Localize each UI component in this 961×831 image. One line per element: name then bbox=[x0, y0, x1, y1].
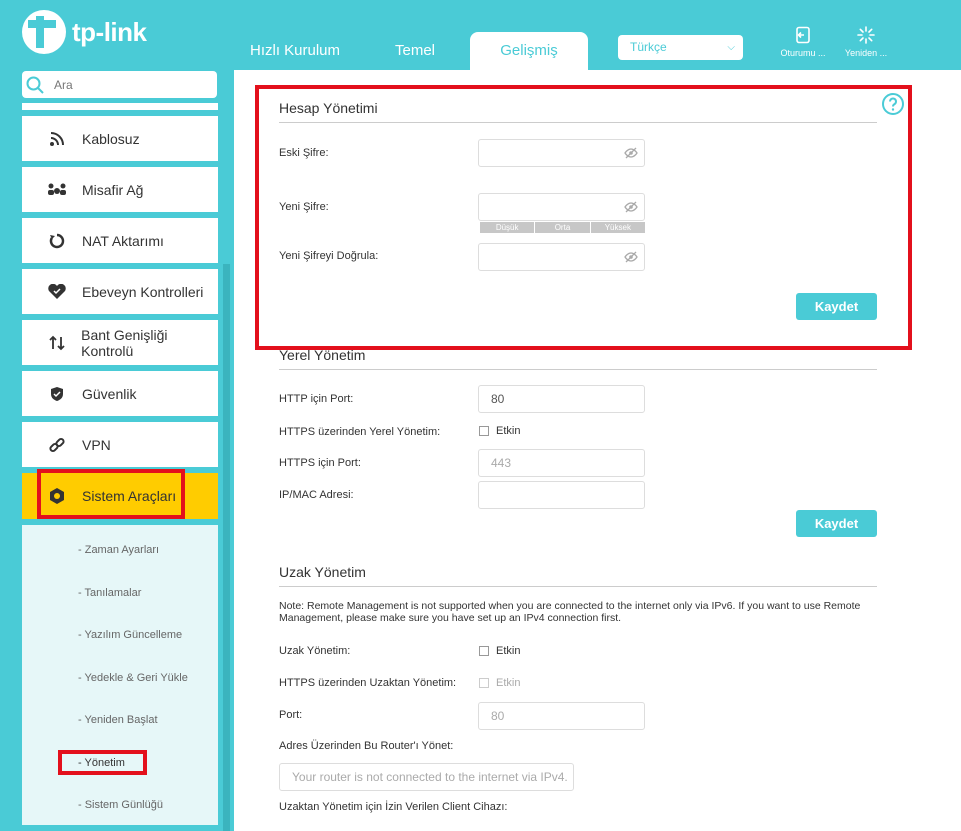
highlight-account-section bbox=[255, 85, 912, 350]
tp-link-logo-icon bbox=[22, 10, 66, 54]
sidebar-item-label: VPN bbox=[82, 436, 111, 453]
submenu-firmware-update[interactable]: - Yazılım Güncelleme bbox=[22, 614, 218, 657]
https-port-input[interactable]: 443 bbox=[478, 449, 645, 477]
sidebar-item-guest[interactable]: Misafir Ağ bbox=[22, 167, 218, 212]
https-remote-label: HTTPS üzerinden Uzaktan Yönetim: bbox=[279, 677, 457, 689]
tab-basic[interactable]: Temel bbox=[360, 32, 470, 70]
checkbox-label: Etkin bbox=[496, 425, 521, 437]
remote-client-label: Uzaktan Yönetim için İzin Verilen Client… bbox=[279, 801, 508, 813]
sidebar-item-label: Güvenlik bbox=[82, 385, 137, 402]
https-port-label: HTTPS için Port: bbox=[279, 457, 361, 469]
https-local-checkbox[interactable]: Etkin bbox=[479, 425, 520, 437]
highlight-system-tools bbox=[37, 469, 185, 519]
remote-section-title: Uzak Yönetim bbox=[279, 564, 366, 580]
ipmac-label: IP/MAC Adresi: bbox=[279, 489, 354, 501]
highlight-administration bbox=[58, 750, 147, 775]
brand-name: tp-link bbox=[72, 16, 147, 47]
main-tabs: Hızlı Kurulum Temel Gelişmiş bbox=[230, 32, 588, 70]
search-input[interactable]: Ara bbox=[22, 71, 217, 98]
sidebar-item-label: Misafir Ağ bbox=[82, 181, 144, 198]
reboot-label: Yeniden ... bbox=[844, 48, 888, 58]
submenu-backup-restore[interactable]: - Yedekle & Geri Yükle bbox=[22, 657, 218, 700]
sidebar-item-wireless[interactable]: Kablosuz bbox=[22, 116, 218, 161]
sidebar-menu: Kablosuz Misafir Ağ NAT Aktarımı Ebeveyn… bbox=[22, 103, 218, 825]
chevron-down-icon: ⌵ bbox=[727, 42, 735, 53]
logout-icon bbox=[796, 26, 810, 44]
sidebar-item-label: Ebeveyn Kontrolleri bbox=[82, 283, 204, 300]
http-port-label: HTTP için Port: bbox=[279, 393, 354, 405]
remote-divider bbox=[279, 586, 877, 587]
submenu-time-settings[interactable]: - Zaman Ayarları bbox=[22, 529, 218, 572]
guest-icon bbox=[46, 179, 68, 201]
local-save-button[interactable]: Kaydet bbox=[796, 510, 877, 537]
sidebar-item-partial bbox=[22, 103, 218, 110]
sidebar-item-parental[interactable]: Ebeveyn Kontrolleri bbox=[22, 269, 218, 314]
language-select[interactable]: Türkçe ⌵ bbox=[618, 35, 743, 60]
wifi-icon bbox=[46, 128, 68, 150]
nat-icon bbox=[46, 230, 68, 252]
remote-note: Note: Remote Management is not supported… bbox=[279, 600, 861, 624]
reboot-button[interactable]: Yeniden ... bbox=[836, 26, 896, 58]
checkbox-box[interactable] bbox=[479, 678, 489, 688]
sidebar-item-vpn[interactable]: VPN bbox=[22, 422, 218, 467]
system-tools-submenu: - Zaman Ayarları - Tanılamalar - Yazılım… bbox=[22, 525, 218, 825]
https-remote-checkbox[interactable]: Etkin bbox=[479, 677, 520, 689]
sidebar-item-bandwidth[interactable]: Bant Genişliği Kontrolü bbox=[22, 320, 218, 365]
sidebar-item-label: Kablosuz bbox=[82, 130, 140, 147]
bandwidth-icon bbox=[46, 332, 67, 354]
reboot-icon bbox=[857, 26, 875, 44]
tab-quick-setup[interactable]: Hızlı Kurulum bbox=[230, 32, 360, 70]
tp-link-logo: tp-link bbox=[22, 10, 147, 54]
submenu-reboot[interactable]: - Yeniden Başlat bbox=[22, 699, 218, 742]
local-divider bbox=[279, 369, 877, 370]
shield-icon bbox=[46, 383, 68, 405]
checkbox-box[interactable] bbox=[479, 426, 489, 436]
checkbox-label: Etkin bbox=[496, 677, 521, 689]
remote-address-label: Adres Üzerinden Bu Router'ı Yönet: bbox=[279, 740, 454, 752]
language-value: Türkçe bbox=[630, 40, 667, 54]
sidebar-item-label: NAT Aktarımı bbox=[82, 232, 164, 249]
logout-button[interactable]: Oturumu ... bbox=[773, 26, 833, 58]
remote-management-label: Uzak Yönetim: bbox=[279, 645, 351, 657]
https-local-label: HTTPS üzerinden Yerel Yönetim: bbox=[279, 426, 441, 438]
remote-management-checkbox[interactable]: Etkin bbox=[479, 645, 520, 657]
sidebar-item-nat[interactable]: NAT Aktarımı bbox=[22, 218, 218, 263]
ipmac-input[interactable] bbox=[478, 481, 645, 509]
remote-port-input[interactable]: 80 bbox=[478, 702, 645, 730]
search-placeholder: Ara bbox=[54, 77, 73, 92]
vpn-icon bbox=[46, 434, 68, 456]
checkbox-label: Etkin bbox=[496, 645, 521, 657]
tab-advanced[interactable]: Gelişmiş bbox=[470, 32, 588, 70]
remote-address-input[interactable]: Your router is not connected to the inte… bbox=[279, 763, 574, 791]
search-icon bbox=[26, 76, 44, 94]
sidebar-scrollbar[interactable] bbox=[223, 264, 230, 831]
submenu-system-log[interactable]: - Sistem Günlüğü bbox=[22, 784, 218, 827]
submenu-diagnostics[interactable]: - Tanılamalar bbox=[22, 572, 218, 615]
logout-label: Oturumu ... bbox=[780, 48, 826, 58]
http-port-input[interactable]: 80 bbox=[478, 385, 645, 413]
sidebar-item-label: Bant Genişliği Kontrolü bbox=[81, 326, 168, 359]
checkbox-box[interactable] bbox=[479, 646, 489, 656]
remote-port-label: Port: bbox=[279, 709, 303, 721]
heart-icon bbox=[46, 281, 68, 303]
sidebar-item-security[interactable]: Güvenlik bbox=[22, 371, 218, 416]
